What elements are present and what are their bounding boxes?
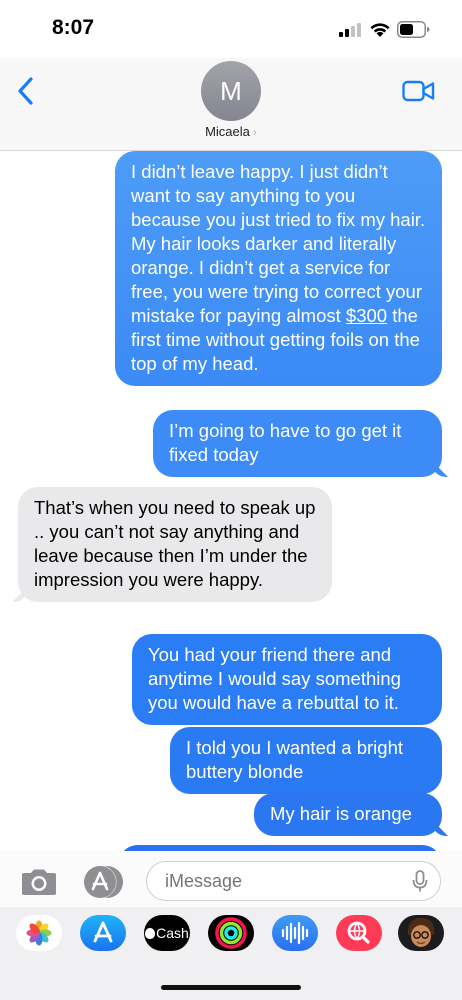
sent-message-bubble[interactable]: You had your friend there and anytime I …: [132, 634, 442, 725]
home-indicator[interactable]: [161, 985, 301, 990]
activity-app-icon[interactable]: [208, 915, 254, 951]
memoji-app-icon[interactable]: [398, 915, 444, 951]
photos-app-icon[interactable]: [16, 915, 62, 951]
camera-icon[interactable]: [20, 868, 58, 896]
wifi-icon: [370, 23, 390, 37]
app-store-button-icon[interactable]: [82, 865, 124, 899]
message-link[interactable]: $300: [346, 305, 387, 326]
received-message-bubble[interactable]: That’s when you need to speak up .. you …: [18, 487, 332, 602]
apple-logo-icon: [145, 928, 156, 939]
apple-cash-app-icon[interactable]: Cash: [144, 915, 190, 951]
status-bar: 8:07: [0, 0, 462, 58]
contact-name[interactable]: Micaela: [205, 124, 250, 139]
sent-message-bubble[interactable]: My hair is orange: [254, 793, 442, 836]
contact-name-row[interactable]: Micaela ›: [0, 124, 462, 139]
sent-message-bubble[interactable]: I’m going to have to go get it fixed tod…: [153, 410, 442, 477]
images-search-app-icon[interactable]: [336, 915, 382, 951]
chevron-right-icon: ›: [252, 125, 257, 139]
cellular-signal-icon: [339, 23, 363, 37]
status-time: 8:07: [52, 16, 95, 39]
message-text: I’m going to have to go get it fixed tod…: [169, 420, 402, 465]
sent-message-bubble[interactable]: I didn’t leave happy. I just didn’t want…: [115, 151, 442, 386]
imessage-text-field[interactable]: [146, 861, 441, 901]
microphone-icon[interactable]: [412, 870, 428, 893]
message-text: You had your friend there and anytime I …: [148, 644, 401, 713]
message-input-bar: [0, 851, 462, 907]
battery-icon: [397, 21, 430, 38]
message-text: I told you I wanted a bright buttery blo…: [186, 737, 403, 782]
apple-cash-label: Cash: [156, 925, 189, 941]
imessage-input[interactable]: [165, 870, 395, 892]
message-text: I didn’t leave happy. I just didn’t want…: [131, 161, 426, 326]
facetime-video-icon[interactable]: [402, 80, 435, 102]
contact-avatar[interactable]: M: [201, 61, 261, 121]
message-text: That’s when you need to speak up .. you …: [34, 497, 316, 590]
back-chevron-icon[interactable]: [14, 76, 38, 106]
sent-message-bubble[interactable]: I told you I wanted a bright buttery blo…: [170, 727, 442, 794]
app-store-app-icon[interactable]: [80, 915, 126, 951]
conversation-header: M Micaela ›: [0, 58, 462, 151]
audio-message-app-icon[interactable]: [272, 915, 318, 951]
message-text: My hair is orange: [270, 803, 412, 824]
